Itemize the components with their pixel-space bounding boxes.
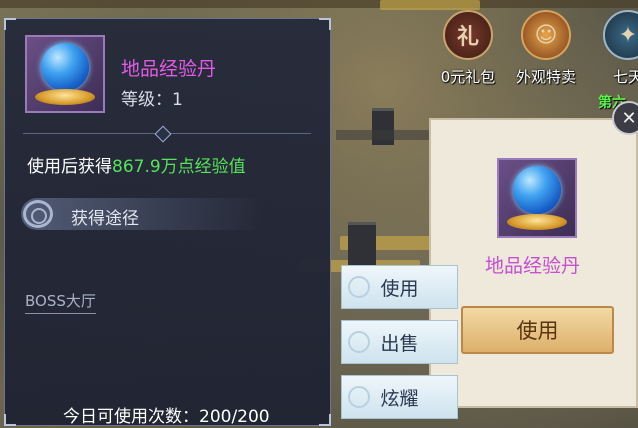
mask-icon: ☺: [521, 10, 571, 60]
source-title: 获得途径: [71, 209, 139, 229]
exp-orb-icon: [41, 43, 89, 91]
appearance-sale-label: 外观特卖: [515, 68, 576, 86]
swirl-icon: [23, 200, 53, 228]
appearance-sale-entry[interactable]: ☺ 外观特卖: [512, 10, 580, 90]
item-level: 等级：1: [121, 90, 183, 110]
gift-pack-label: 0元礼包: [440, 68, 496, 86]
background-tile: [380, 0, 480, 10]
panel-item-name: 地品经验丹: [485, 255, 581, 277]
gift-icon: 礼: [443, 10, 493, 60]
cloud-ornament-icon: [348, 386, 370, 408]
exp-value: 867.9万点经验值: [112, 157, 246, 177]
close-icon[interactable]: ✕: [612, 101, 638, 135]
seven-day-entry[interactable]: ✦ 七天: [594, 10, 638, 90]
show-off-button[interactable]: 炫耀: [341, 375, 458, 419]
item-detail-panel: 地品经验丹 使用: [429, 118, 638, 408]
panel-use-button[interactable]: 使用: [461, 306, 614, 354]
use-button-label: 使用: [380, 277, 419, 300]
seven-day-icon: ✦: [603, 10, 638, 60]
corner-ornament: [4, 414, 16, 426]
background-wall: [336, 130, 432, 140]
divider-diamond-icon: [154, 125, 172, 143]
cloud-ornament-icon: [348, 276, 370, 298]
sell-button-label: 出售: [380, 332, 419, 355]
seven-day-label: 七天: [612, 68, 638, 86]
item-name: 地品经验丹: [121, 58, 217, 80]
background-top-bar: [0, 0, 638, 8]
source-header-bar: [21, 198, 261, 230]
exp-orb-icon: [513, 166, 561, 214]
item-icon-frame: [25, 35, 105, 113]
corner-ornament: [4, 18, 16, 30]
corner-ornament: [319, 18, 331, 30]
cloud-ornament-icon: [348, 331, 370, 353]
item-icon-frame: [497, 158, 577, 238]
use-button[interactable]: 使用: [341, 265, 458, 309]
use-gain-text: 使用后获得867.9万点经验值: [27, 152, 246, 177]
use-gain-prefix: 使用后获得: [27, 157, 112, 177]
gift-pack-entry[interactable]: 礼 0元礼包: [434, 10, 502, 90]
orb-stand-icon: [507, 214, 567, 230]
item-tooltip: 地品经验丹 等级：1 使用后获得867.9万点经验值 获得途径 BOSS大厅 今…: [4, 18, 331, 427]
corner-ornament: [319, 414, 331, 426]
orb-stand-icon: [35, 89, 95, 105]
source-link-boss-hall[interactable]: BOSS大厅: [25, 290, 96, 314]
daily-usage-count: 今日可使用次数：200/200: [63, 407, 270, 427]
show-off-button-label: 炫耀: [380, 387, 419, 410]
sell-button[interactable]: 出售: [341, 320, 458, 364]
